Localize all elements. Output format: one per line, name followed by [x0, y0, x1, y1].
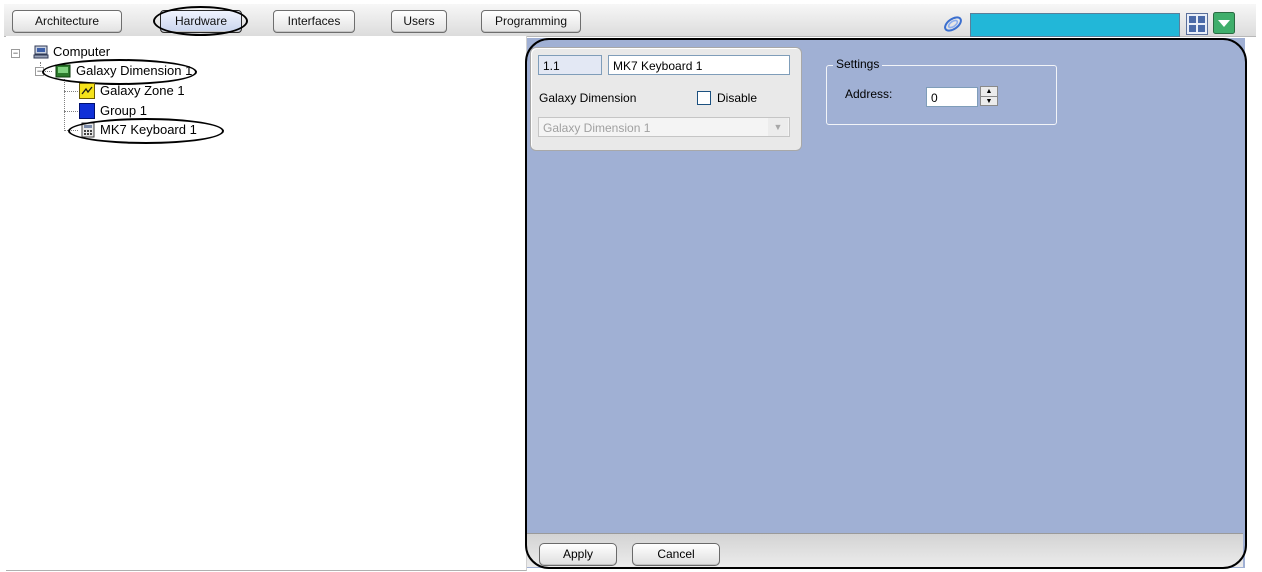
stepper-up-icon[interactable]: ▲: [981, 87, 997, 97]
parent-object-value: Galaxy Dimension 1: [543, 121, 651, 135]
parent-type-label: Galaxy Dimension: [539, 91, 637, 105]
tab-programming[interactable]: Programming: [481, 10, 581, 33]
tree-connector: [64, 111, 78, 112]
tab-interfaces[interactable]: Interfaces: [273, 10, 355, 33]
dropdown-menu-icon[interactable]: [1213, 12, 1235, 34]
tab-architecture[interactable]: Architecture: [12, 10, 122, 33]
parent-object-select[interactable]: Galaxy Dimension 1: [538, 117, 790, 137]
tree-item-group[interactable]: Group 1: [100, 103, 147, 119]
chevron-down-icon[interactable]: ▼: [768, 118, 788, 136]
zone-icon: [79, 83, 95, 99]
grid-layout-icon[interactable]: [1186, 13, 1208, 35]
disable-checkbox[interactable]: [697, 91, 711, 105]
address-field[interactable]: 0: [926, 87, 978, 107]
settings-legend: Settings: [833, 57, 883, 71]
cancel-button[interactable]: Cancel: [632, 543, 720, 566]
stepper-down-icon[interactable]: ▼: [981, 97, 997, 106]
tree-connector: [64, 91, 78, 92]
tree-item-galaxy-dimension[interactable]: Galaxy Dimension 1: [76, 63, 192, 79]
object-name-field[interactable]: MK7 Keyboard 1: [608, 55, 790, 75]
panel-icon: [55, 64, 71, 78]
apply-button[interactable]: Apply: [539, 543, 617, 566]
tree-item-galaxy-zone[interactable]: Galaxy Zone 1: [100, 83, 185, 99]
address-label: Address:: [845, 87, 893, 101]
tree-item-computer[interactable]: Computer: [53, 44, 110, 60]
computer-icon: [33, 45, 49, 59]
object-id-field[interactable]: 1.1: [538, 55, 602, 75]
group-icon: [79, 103, 95, 119]
tree-item-mk7-keyboard[interactable]: MK7 Keyboard 1: [100, 122, 197, 138]
disable-label: Disable: [717, 91, 758, 105]
collapse-toggle-computer[interactable]: −: [11, 49, 20, 58]
swirl-icon[interactable]: [942, 14, 964, 34]
keyboard-icon: [81, 122, 95, 138]
address-stepper[interactable]: ▲ ▼: [980, 86, 998, 106]
search-input[interactable]: [970, 13, 1180, 37]
tree-connector: [64, 130, 78, 131]
tab-hardware[interactable]: Hardware: [160, 10, 242, 33]
collapse-toggle-galaxy-dimension[interactable]: −: [35, 67, 44, 76]
tree-connector: [64, 79, 65, 131]
tab-users[interactable]: Users: [391, 10, 447, 33]
